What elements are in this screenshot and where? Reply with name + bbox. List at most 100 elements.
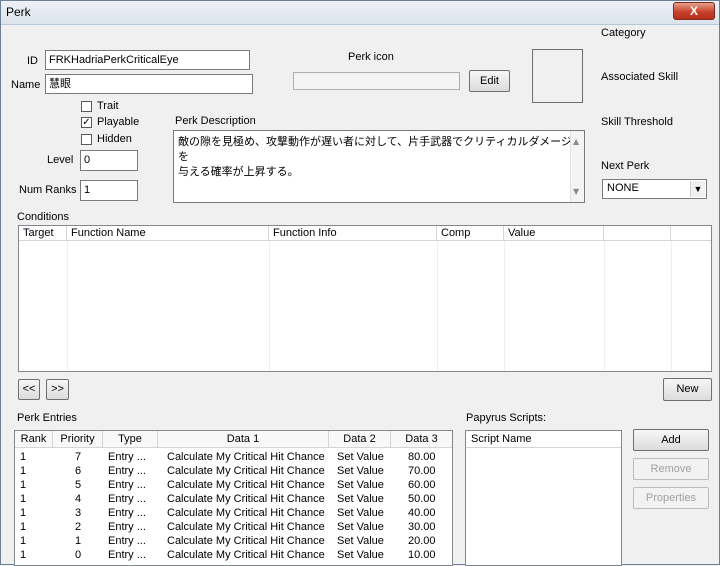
table-row[interactable]: 1 0 Entry ... Calculate My Critical Hit … (15, 548, 452, 562)
scroll-up-icon[interactable]: ▲ (573, 134, 579, 149)
category-label: Category (601, 27, 646, 39)
entry-type: Entry ... (108, 549, 146, 561)
grid-column-line (269, 241, 270, 371)
perk-window: Perk X ID FRKHadriaPerkCriticalEye Name … (0, 0, 720, 566)
playable-label: Playable (97, 116, 140, 128)
edit-button[interactable]: Edit (469, 70, 510, 92)
entry-type: Entry ... (108, 507, 146, 519)
trait-checkbox[interactable] (81, 101, 92, 112)
entry-data1: Calculate My Critical Hit Chance (167, 507, 325, 519)
entry-type: Entry ... (108, 451, 146, 463)
entry-priority: 6 (75, 465, 82, 477)
entry-data1: Calculate My Critical Hit Chance (167, 493, 325, 505)
conditions-prev-button[interactable]: << (18, 379, 40, 400)
description-textarea[interactable]: 敵の隙を見極め、攻撃動作が遅い者に対して、片手武器でクリティカルダメージを 与え… (173, 130, 585, 203)
entries-col-priority[interactable]: Priority (53, 431, 103, 448)
level-field[interactable]: 0 (80, 150, 138, 171)
papyrus-scripts-list[interactable]: Script Name (465, 430, 622, 566)
entry-type: Entry ... (108, 493, 146, 505)
entry-rank: 1 (20, 535, 27, 547)
entry-data3: 80.00 (408, 451, 436, 463)
entry-data3: 60.00 (408, 479, 436, 491)
conditions-new-button[interactable]: New (663, 378, 712, 401)
conditions-col-function-name[interactable]: Function Name (67, 226, 269, 241)
id-field[interactable]: FRKHadriaPerkCriticalEye (45, 50, 250, 70)
entry-priority: 3 (75, 507, 82, 519)
grid-column-line (437, 241, 438, 371)
papyrus-col-script-name[interactable]: Script Name (466, 431, 621, 448)
entry-rank: 1 (20, 493, 27, 505)
entry-type: Entry ... (108, 535, 146, 547)
id-label: ID (27, 55, 38, 67)
entries-col-data1[interactable]: Data 1 (158, 431, 329, 448)
perk-icon-path-field (293, 72, 460, 90)
playable-checkbox[interactable]: ✓ (81, 117, 92, 128)
entry-data2: Set Value (337, 451, 384, 463)
entry-priority: 1 (75, 535, 82, 547)
conditions-next-button[interactable]: >> (46, 379, 69, 400)
conditions-label: Conditions (17, 211, 69, 223)
conditions-col-value[interactable]: Value (504, 226, 604, 241)
trait-label: Trait (97, 100, 119, 112)
associated-skill-label: Associated Skill (601, 71, 679, 83)
description-label: Perk Description (175, 115, 256, 127)
grid-column-line (67, 241, 68, 371)
entry-rank: 1 (20, 479, 27, 491)
table-row[interactable]: 1 5 Entry ... Calculate My Critical Hit … (15, 478, 452, 492)
window-title: Perk (6, 5, 31, 19)
papyrus-remove-button[interactable]: Remove (633, 458, 709, 480)
next-perk-label: Next Perk (601, 160, 650, 172)
num-ranks-label: Num Ranks (19, 184, 77, 196)
entry-data2: Set Value (337, 521, 384, 533)
table-row[interactable]: 1 3 Entry ... Calculate My Critical Hit … (15, 506, 452, 520)
title-bar: Perk X (1, 1, 719, 25)
level-label: Level (47, 154, 74, 166)
entries-col-rank[interactable]: Rank (15, 431, 53, 448)
papyrus-label: Papyrus Scripts: (466, 412, 547, 424)
grid-column-line (604, 241, 605, 371)
skill-threshold-label: Skill Threshold (601, 116, 673, 128)
conditions-col-function-info[interactable]: Function Info (269, 226, 437, 241)
entry-data1: Calculate My Critical Hit Chance (167, 465, 325, 477)
entry-rank: 1 (20, 521, 27, 533)
papyrus-add-button[interactable]: Add (633, 429, 709, 451)
conditions-grid[interactable]: Target Function Name Function Info Comp … (18, 225, 712, 372)
conditions-col-target[interactable]: Target (19, 226, 67, 241)
entries-col-data2[interactable]: Data 2 (329, 431, 391, 448)
entry-rank: 1 (20, 451, 27, 463)
name-label: Name (11, 79, 41, 91)
table-row[interactable]: 1 6 Entry ... Calculate My Critical Hit … (15, 464, 452, 478)
entry-data2: Set Value (337, 549, 384, 561)
table-row[interactable]: 1 7 Entry ... Calculate My Critical Hit … (15, 450, 452, 464)
entry-data2: Set Value (337, 465, 384, 477)
entries-col-type[interactable]: Type (103, 431, 158, 448)
entry-data3: 40.00 (408, 507, 436, 519)
next-perk-select[interactable]: NONE ▼ (602, 179, 707, 199)
conditions-header: Target Function Name Function Info Comp … (19, 226, 711, 241)
description-line: 敵の隙を見極め、攻撃動作が遅い者に対して、片手武器でクリティカルダメージを (178, 135, 572, 163)
name-field[interactable]: 慧眼 (45, 74, 253, 94)
entries-col-data3[interactable]: Data 3 (391, 431, 452, 448)
conditions-col-comp[interactable]: Comp (437, 226, 504, 241)
entry-data1: Calculate My Critical Hit Chance (167, 521, 325, 533)
perk-entries-list[interactable]: Rank Priority Type Data 1 Data 2 Data 3 … (14, 430, 453, 566)
conditions-col-extra[interactable] (604, 226, 671, 241)
close-button[interactable]: X (673, 2, 715, 20)
table-row[interactable]: 1 1 Entry ... Calculate My Critical Hit … (15, 534, 452, 548)
entry-priority: 0 (75, 549, 82, 561)
table-row[interactable]: 1 2 Entry ... Calculate My Critical Hit … (15, 520, 452, 534)
close-icon: X (689, 4, 698, 18)
num-ranks-field[interactable]: 1 (80, 180, 138, 201)
hidden-checkbox[interactable] (81, 134, 92, 145)
entry-data2: Set Value (337, 493, 384, 505)
perk-entries-label: Perk Entries (17, 412, 77, 424)
description-scrollbar[interactable]: ▲ ▼ (570, 131, 584, 202)
chevron-down-icon[interactable]: ▼ (690, 181, 705, 197)
entry-data3: 20.00 (408, 535, 436, 547)
scroll-down-icon[interactable]: ▼ (573, 184, 579, 199)
papyrus-properties-button[interactable]: Properties (633, 487, 709, 509)
table-row[interactable]: 1 4 Entry ... Calculate My Critical Hit … (15, 492, 452, 506)
check-icon: ✓ (82, 117, 91, 128)
hidden-label: Hidden (97, 133, 132, 145)
papyrus-header: Script Name (466, 431, 621, 448)
